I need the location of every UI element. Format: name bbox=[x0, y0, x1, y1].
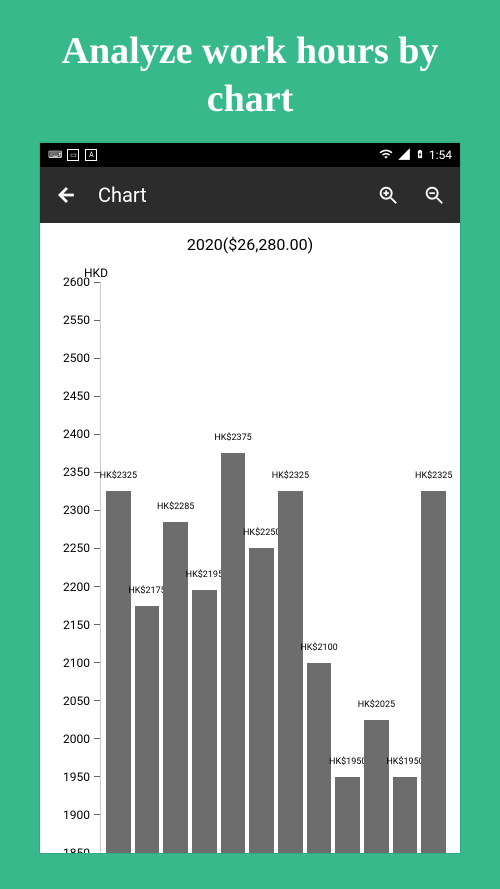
y-tick-label: 2600 bbox=[63, 275, 90, 289]
bar-slot: HK$1950 bbox=[393, 282, 418, 853]
bar-value-label: HK$2175 bbox=[128, 586, 165, 596]
promo-page: Analyze work hours by chart ⌨ ▭ A 1:54 bbox=[0, 0, 500, 889]
bar[interactable] bbox=[364, 720, 389, 853]
bar-value-label: HK$1950 bbox=[386, 757, 423, 767]
y-tick: 2600 bbox=[48, 275, 100, 289]
y-tick: 2250 bbox=[48, 541, 100, 555]
y-tick-label: 2050 bbox=[63, 694, 90, 708]
bar-value-label: HK$2100 bbox=[300, 643, 337, 653]
zoom-out-button[interactable] bbox=[420, 181, 448, 209]
chart-container: 2020($26,280.00) HKD 2600255025002450240… bbox=[40, 223, 460, 853]
y-tick: 2350 bbox=[48, 465, 100, 479]
y-tick-label: 2550 bbox=[63, 313, 90, 327]
y-axis: 2600255025002450240023502300225022002150… bbox=[48, 282, 101, 853]
bar[interactable] bbox=[249, 548, 274, 853]
bar-value-label: HK$2025 bbox=[358, 700, 395, 710]
bar[interactable] bbox=[278, 491, 303, 853]
plot-area: HK$2325HK$2175HK$2285HK$2195HK$2375HK$22… bbox=[100, 282, 452, 853]
y-tick-label: 2150 bbox=[63, 618, 90, 632]
y-tick: 2150 bbox=[48, 618, 100, 632]
status-bar: ⌨ ▭ A 1:54 bbox=[40, 143, 460, 167]
bar-value-label: HK$2325 bbox=[415, 471, 452, 481]
zoom-in-button[interactable] bbox=[374, 181, 402, 209]
status-left: ⌨ ▭ A bbox=[48, 149, 97, 161]
bar-slot: HK$2375 bbox=[221, 282, 246, 853]
y-tick-label: 2200 bbox=[63, 580, 90, 594]
bar-slot: HK$2195 bbox=[192, 282, 217, 853]
chart-title: 2020($26,280.00) bbox=[48, 235, 452, 254]
bar-value-label: HK$2285 bbox=[157, 502, 194, 512]
bar[interactable] bbox=[106, 491, 131, 853]
battery-charging-icon bbox=[415, 147, 425, 164]
y-tick: 1900 bbox=[48, 808, 100, 822]
y-tick: 2050 bbox=[48, 694, 100, 708]
status-time: 1:54 bbox=[429, 148, 452, 162]
y-tick: 2500 bbox=[48, 351, 100, 365]
bar-slot: HK$2175 bbox=[135, 282, 160, 853]
bar-value-label: HK$2325 bbox=[272, 471, 309, 481]
y-tick: 2400 bbox=[48, 427, 100, 441]
y-tick: 2550 bbox=[48, 313, 100, 327]
bar[interactable] bbox=[135, 606, 160, 853]
keyboard-icon: ⌨ bbox=[48, 150, 61, 161]
bar[interactable] bbox=[307, 663, 332, 853]
device-frame: ⌨ ▭ A 1:54 Chart bbox=[40, 143, 460, 853]
gallery-icon: ▭ bbox=[67, 149, 79, 161]
bar[interactable] bbox=[335, 777, 360, 853]
app-bar: Chart bbox=[40, 167, 460, 223]
signal-icon bbox=[397, 147, 411, 164]
bar-slot: HK$2325 bbox=[106, 282, 131, 853]
y-tick-label: 2500 bbox=[63, 351, 90, 365]
y-tick: 2200 bbox=[48, 580, 100, 594]
bar-slot: HK$2100 bbox=[307, 282, 332, 853]
y-tick: 2100 bbox=[48, 656, 100, 670]
bar-slot: HK$2025 bbox=[364, 282, 389, 853]
y-tick-label: 2100 bbox=[63, 656, 90, 670]
bar-value-label: HK$2325 bbox=[100, 471, 137, 481]
bar-slot: HK$1950 bbox=[335, 282, 360, 853]
app-a-icon: A bbox=[85, 149, 97, 161]
y-tick-label: 2300 bbox=[63, 503, 90, 517]
bar-value-label: HK$1950 bbox=[329, 757, 366, 767]
y-tick-label: 2250 bbox=[63, 541, 90, 555]
chart-area[interactable]: HKD 260025502500245024002350230022502200… bbox=[48, 262, 452, 853]
bar[interactable] bbox=[221, 453, 246, 853]
bars-row: HK$2325HK$2175HK$2285HK$2195HK$2375HK$22… bbox=[100, 282, 452, 853]
bar-value-label: HK$2195 bbox=[186, 570, 223, 580]
appbar-title: Chart bbox=[98, 183, 356, 207]
back-button[interactable] bbox=[52, 181, 80, 209]
y-tick-label: 1900 bbox=[63, 808, 90, 822]
bar[interactable] bbox=[421, 491, 446, 853]
y-tick: 2450 bbox=[48, 389, 100, 403]
y-tick: 1850 bbox=[48, 846, 100, 853]
y-tick-label: 1950 bbox=[63, 770, 90, 784]
bar-slot: HK$2250 bbox=[249, 282, 274, 853]
bar-slot: HK$2285 bbox=[163, 282, 188, 853]
wifi-icon bbox=[379, 147, 393, 164]
bar-slot: HK$2325 bbox=[278, 282, 303, 853]
bar-slot: HK$2325 bbox=[421, 282, 446, 853]
y-tick-label: 2400 bbox=[63, 427, 90, 441]
bar[interactable] bbox=[393, 777, 418, 853]
y-tick-label: 1850 bbox=[63, 846, 90, 853]
bar[interactable] bbox=[192, 590, 217, 853]
bar[interactable] bbox=[163, 522, 188, 853]
status-right: 1:54 bbox=[379, 147, 452, 164]
bar-value-label: HK$2250 bbox=[243, 528, 280, 538]
y-tick-label: 2000 bbox=[63, 732, 90, 746]
y-tick-label: 2450 bbox=[63, 389, 90, 403]
bar-value-label: HK$2375 bbox=[214, 433, 251, 443]
y-tick: 2300 bbox=[48, 503, 100, 517]
y-tick: 1950 bbox=[48, 770, 100, 784]
y-tick-label: 2350 bbox=[63, 465, 90, 479]
y-tick: 2000 bbox=[48, 732, 100, 746]
promo-headline: Analyze work hours by chart bbox=[20, 28, 480, 123]
